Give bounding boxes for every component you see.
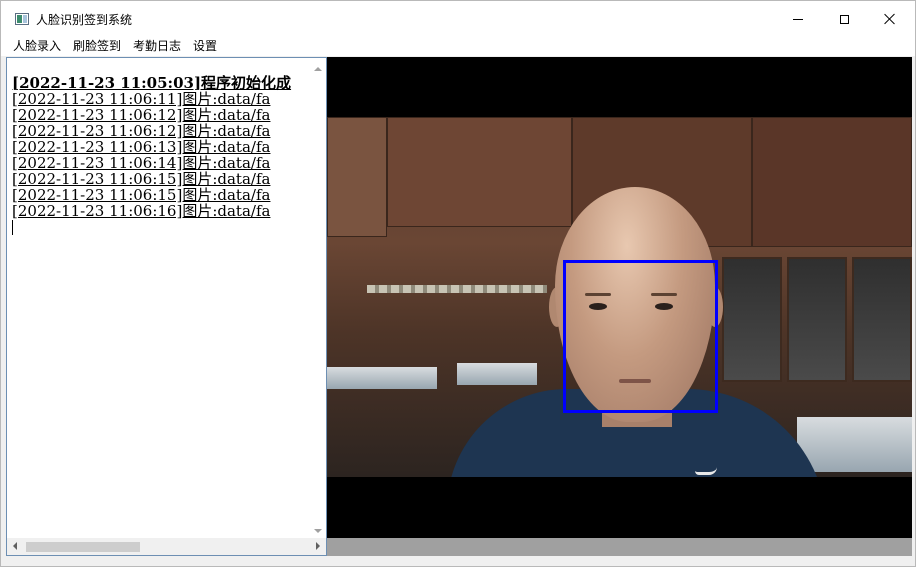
horizontal-scrollbar[interactable] xyxy=(7,538,326,555)
scroll-up-icon[interactable] xyxy=(314,67,322,71)
books xyxy=(797,417,912,472)
minimize-icon xyxy=(793,18,803,20)
log-line: [2022-11-23 11:06:11]图片:data/fa xyxy=(12,90,271,108)
app-icon xyxy=(15,13,29,25)
log-line: [2022-11-23 11:05:03]程序初始化成 xyxy=(12,75,292,92)
minimize-button[interactable] xyxy=(775,1,821,37)
glass-door xyxy=(722,257,782,382)
glass-door xyxy=(787,257,847,382)
shelf-items xyxy=(367,285,547,293)
close-button[interactable] xyxy=(867,1,913,37)
scroll-right-icon[interactable] xyxy=(316,542,320,550)
log-line: [2022-11-23 11:06:14]图片:data/fa xyxy=(12,154,271,172)
menu-face-checkin[interactable]: 刷脸签到 xyxy=(67,37,127,56)
menu-attendance-log[interactable]: 考勤日志 xyxy=(127,37,187,56)
camera-frame xyxy=(327,117,912,477)
horizontal-scroll-thumb[interactable] xyxy=(26,542,140,552)
log-content: [2022-11-23 11:05:03]程序初始化成 [2022-11-23 … xyxy=(12,75,310,535)
cabinet xyxy=(327,117,387,237)
maximize-icon xyxy=(839,14,849,24)
face-detection-box xyxy=(563,260,718,413)
menu-bar: 人脸录入 刷脸签到 考勤日志 设置 xyxy=(1,37,915,56)
menu-settings[interactable]: 设置 xyxy=(187,37,223,56)
log-line: [2022-11-23 11:06:13]图片:data/fa xyxy=(12,138,271,156)
books xyxy=(457,363,537,385)
close-icon xyxy=(884,13,896,25)
log-textarea[interactable]: [2022-11-23 11:05:03]程序初始化成 [2022-11-23 … xyxy=(6,57,327,556)
cabinet xyxy=(752,117,912,247)
menu-face-enroll[interactable]: 人脸录入 xyxy=(1,37,67,56)
log-line: [2022-11-23 11:06:15]图片:data/fa xyxy=(12,170,271,188)
log-line: [2022-11-23 11:06:12]图片:data/fa xyxy=(12,106,271,124)
books xyxy=(327,367,437,389)
app-window: 人脸识别签到系统 人脸录入 刷脸签到 考勤日志 设置 [2022-11-23 1… xyxy=(0,0,916,567)
log-line: [2022-11-23 11:06:15]图片:data/fa xyxy=(12,186,271,204)
title-bar[interactable]: 人脸识别签到系统 xyxy=(1,1,915,37)
scroll-left-icon[interactable] xyxy=(13,542,17,550)
window-title: 人脸识别签到系统 xyxy=(36,13,133,27)
text-caret xyxy=(12,220,13,235)
log-line: [2022-11-23 11:06:16]图片:data/fa xyxy=(12,202,271,220)
camera-view xyxy=(327,57,912,538)
camera-status-strip xyxy=(327,538,912,556)
scroll-down-icon[interactable] xyxy=(314,529,322,533)
log-line: [2022-11-23 11:06:12]图片:data/fa xyxy=(12,122,271,140)
maximize-button[interactable] xyxy=(821,1,867,37)
vertical-scrollbar[interactable] xyxy=(309,58,326,539)
cabinet xyxy=(387,117,572,227)
glass-door xyxy=(852,257,912,382)
